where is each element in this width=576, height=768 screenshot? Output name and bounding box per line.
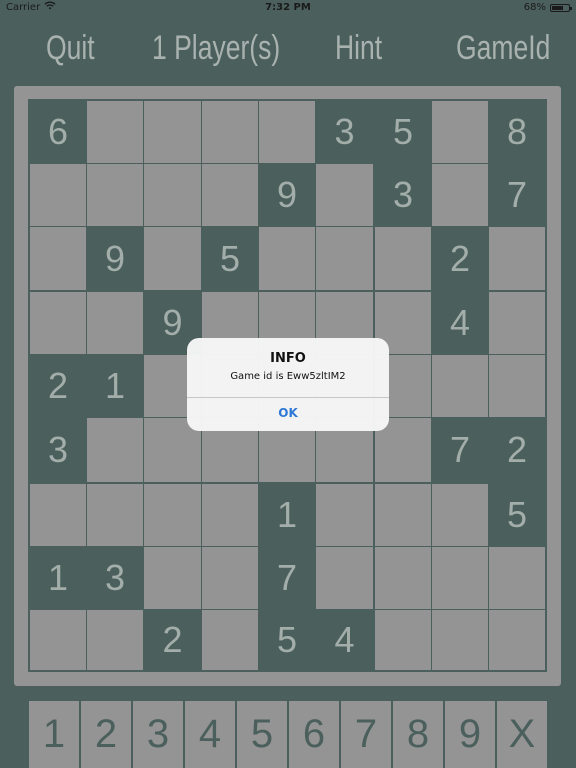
alert-message: Game id is Eww5zltIM2	[230, 371, 346, 382]
alert-title: INFO	[270, 351, 306, 366]
alert-ok-button[interactable]: OK	[187, 398, 389, 431]
info-alert: INFO Game id is Eww5zltIM2 OK	[187, 338, 389, 431]
